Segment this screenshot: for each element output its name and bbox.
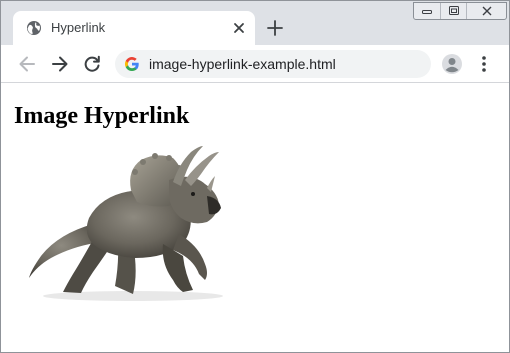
page-content: Image Hyperlink bbox=[1, 84, 509, 352]
globe-icon bbox=[27, 21, 41, 35]
close-icon bbox=[482, 6, 492, 16]
page-heading: Image Hyperlink bbox=[14, 103, 190, 129]
reload-icon[interactable] bbox=[81, 53, 103, 75]
minimize-icon bbox=[421, 10, 432, 14]
triceratops-image bbox=[29, 146, 223, 301]
google-g-icon bbox=[124, 57, 139, 72]
back-arrow-icon[interactable] bbox=[16, 53, 38, 75]
browser-toolbar: image-hyperlink-example.html bbox=[1, 45, 509, 83]
browser-window: Hyperlink image-hyperlink-example.html I… bbox=[0, 0, 510, 353]
forward-arrow-icon[interactable] bbox=[49, 53, 71, 75]
profile-avatar-icon[interactable] bbox=[441, 53, 463, 75]
minimize-button[interactable] bbox=[414, 3, 440, 19]
triceratops-image-link[interactable] bbox=[23, 146, 235, 302]
tab-hyperlink[interactable]: Hyperlink bbox=[13, 11, 255, 45]
tab-title: Hyperlink bbox=[51, 20, 106, 35]
maximize-button[interactable] bbox=[439, 3, 467, 19]
kebab-menu-icon[interactable] bbox=[477, 53, 491, 75]
address-bar[interactable]: image-hyperlink-example.html bbox=[115, 50, 431, 78]
window-controls bbox=[413, 2, 507, 20]
new-tab-icon[interactable] bbox=[265, 18, 285, 38]
close-window-button[interactable] bbox=[466, 3, 506, 19]
url-text: image-hyperlink-example.html bbox=[149, 56, 336, 72]
tab-strip: Hyperlink bbox=[1, 1, 509, 45]
maximize-icon bbox=[448, 6, 459, 15]
tab-close-icon[interactable] bbox=[229, 18, 249, 38]
